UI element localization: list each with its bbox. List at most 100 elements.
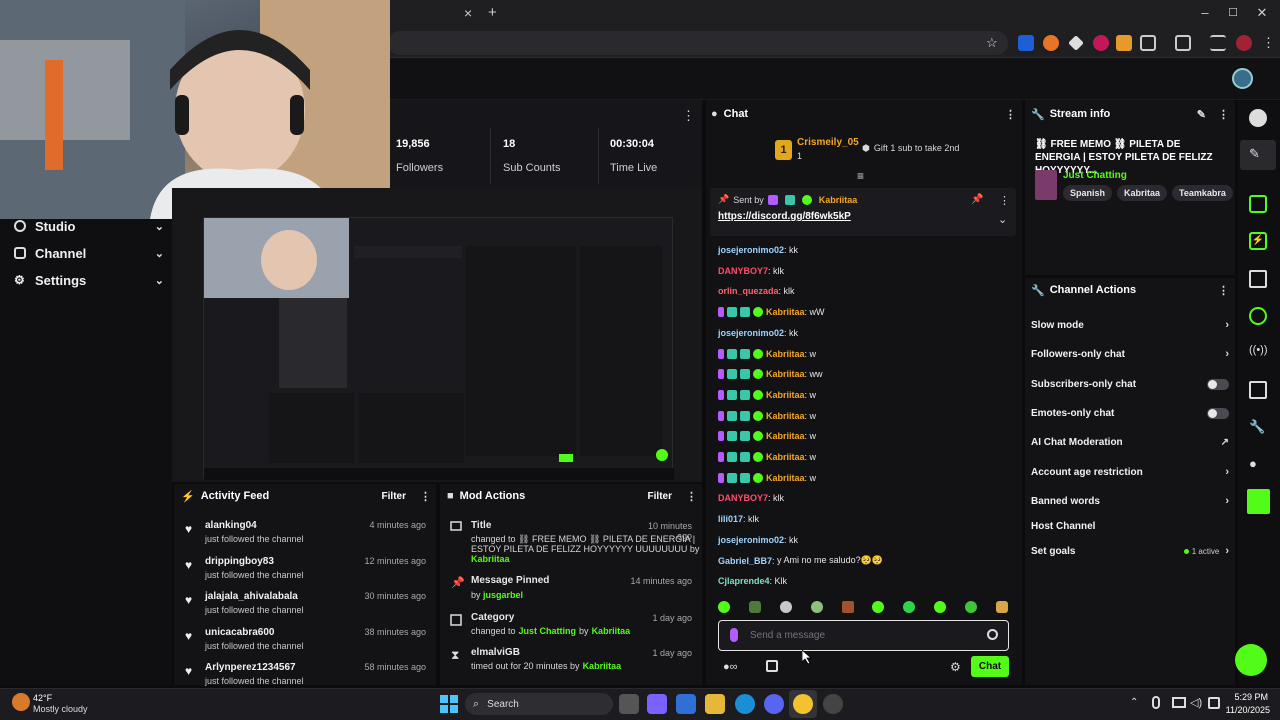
battery-icon[interactable] [1208, 697, 1220, 709]
chat-username[interactable]: Kabriitaa [766, 349, 805, 359]
emote-icon[interactable] [903, 601, 916, 613]
activity-feed-item[interactable]: ♥ alanking04 just followed the channel 4 mi… [185, 520, 435, 550]
tray-chevron-icon[interactable]: ⌃ [1130, 697, 1138, 708]
bookmark-star-icon[interactable]: ☆ [986, 35, 998, 51]
more-options-icon[interactable]: ⋮ [1218, 108, 1229, 121]
emote-icon[interactable] [965, 601, 977, 613]
nav-item-settings[interactable]: ⚙ Settings ⌄ [14, 270, 164, 290]
app-icon[interactable] [676, 694, 696, 714]
chat-message[interactable]: DANYBOY7: klk [718, 264, 784, 278]
emote-icon[interactable] [934, 601, 947, 613]
maximize-button[interactable]: ☐ [1224, 5, 1242, 21]
channel-action-subscribers-only-chat[interactable]: Subscribers-only chat [1031, 376, 1229, 392]
nav-item-studio[interactable]: Studio ⌄ [14, 216, 164, 236]
chat-message[interactable]: Kabriitaa: w [718, 347, 816, 361]
clip-icon[interactable] [1249, 195, 1267, 213]
emote-icon[interactable] [872, 601, 885, 613]
chat-message[interactable]: Kabriitaa: ww [718, 367, 823, 381]
filter-button[interactable]: Filter [648, 491, 672, 502]
close-window-button[interactable]: ✕ [1253, 5, 1271, 21]
windows-start-icon[interactable] [440, 695, 458, 713]
chat-username[interactable]: lili017 [718, 514, 743, 524]
wrench-icon[interactable]: 🔧 [1249, 419, 1267, 437]
profile-avatar[interactable] [1236, 35, 1252, 51]
edge-icon[interactable] [735, 694, 755, 714]
discord-icon[interactable] [764, 694, 784, 714]
chat-message[interactable]: Kabriitaa: w [718, 388, 816, 402]
emote-icon[interactable] [779, 601, 792, 613]
toggle-switch[interactable] [1207, 407, 1229, 419]
infinity-icon[interactable]: ●∞ [723, 661, 738, 673]
emote-icon[interactable] [810, 601, 823, 613]
channel-action-emotes-only-chat[interactable]: Emotes-only chat [1031, 405, 1229, 421]
chat-username[interactable]: DANYBOY7 [718, 266, 768, 276]
chat-username[interactable]: Kabriitaa [766, 411, 805, 421]
chat-message[interactable]: Kabriitaa: wW [718, 305, 825, 319]
chat-settings-gear-icon[interactable]: ⚙ [950, 660, 961, 674]
weather-temp[interactable]: 42°F [33, 693, 52, 703]
chat-message[interactable]: josejeronimo02: kk [718, 326, 798, 340]
channel-action-slow-mode[interactable]: Slow mode › [1031, 317, 1229, 333]
broadcast-icon[interactable]: ((•)) [1249, 344, 1268, 362]
store-icon[interactable] [766, 660, 778, 672]
microphone-icon[interactable] [1152, 696, 1160, 709]
file-explorer-icon[interactable] [705, 694, 725, 714]
channel-action-set-goals[interactable]: Set goals 1 active › [1031, 543, 1229, 559]
chat-icon[interactable] [1249, 307, 1267, 325]
mod-action-user[interactable]: Kabriitaa [592, 626, 631, 636]
chat-username[interactable]: josejeronimo02 [718, 328, 784, 338]
tag[interactable]: Spanish [1063, 185, 1113, 201]
channel-action-host-channel[interactable]: Host Channel [1031, 518, 1229, 534]
tag[interactable]: Teamkabra [1172, 185, 1233, 201]
more-options-icon[interactable]: ⋮ [686, 490, 697, 503]
pinned-user[interactable]: Kabriitaa [819, 195, 858, 205]
more-options-icon[interactable]: ⋮ [1005, 108, 1016, 121]
chat-message[interactable]: lili017: klk [718, 512, 759, 526]
extensions-puzzle-icon[interactable] [1140, 35, 1156, 51]
gift-sub-prompt[interactable]: ⬢ Gift 1 sub to take 2nd [862, 143, 959, 154]
emote-icon[interactable] [995, 601, 1008, 613]
chat-username[interactable]: orlin_quezada [718, 286, 779, 296]
chat-message[interactable]: josejeronimo02: kk [718, 533, 798, 547]
help-support-icon[interactable] [1235, 644, 1267, 676]
chat-username[interactable]: Kabriitaa [766, 473, 805, 483]
cast-icon[interactable] [1175, 35, 1191, 51]
unpin-icon[interactable]: 📌 [971, 194, 983, 205]
chat-message[interactable]: Cjlaprende4: Klk [718, 574, 787, 588]
chat-username[interactable]: josejeronimo02 [718, 535, 784, 545]
extension-icon[interactable] [1116, 35, 1132, 51]
chat-message[interactable]: Gabriel_BB7: y Ami no me saludo?🥺🥺 [718, 554, 883, 568]
task-view-icon[interactable] [619, 694, 639, 714]
channel-action-banned-words[interactable]: Banned words › [1031, 493, 1229, 509]
layout-icon[interactable] [1249, 381, 1267, 399]
extension-icon[interactable] [1093, 35, 1109, 51]
category-link[interactable]: Just Chatting [519, 626, 577, 636]
info-icon[interactable] [1249, 109, 1267, 127]
extension-icon[interactable] [1043, 35, 1059, 51]
chat-message[interactable]: Kabriitaa: w [718, 471, 816, 485]
address-bar[interactable] [388, 31, 1008, 55]
chat-message[interactable]: orlin_quezada: klk [718, 284, 795, 298]
chat-input[interactable] [750, 627, 970, 643]
emote-icon[interactable] [718, 601, 730, 613]
send-chat-button[interactable]: Chat [971, 656, 1009, 677]
chat-username[interactable]: Kabriitaa [766, 452, 805, 462]
chat-message[interactable]: Kabriitaa: w [718, 409, 816, 423]
obs-icon[interactable] [823, 694, 843, 714]
notes-icon[interactable] [1249, 270, 1267, 288]
volume-icon[interactable]: ◁) [1190, 696, 1202, 709]
menu-icon[interactable] [1210, 35, 1226, 51]
chat-username[interactable]: Kabriitaa [766, 431, 805, 441]
activity-feed-item[interactable]: ♥ drippingboy83 just followed the channel 1… [185, 556, 435, 586]
app-shortcut-icon[interactable] [1247, 489, 1270, 514]
emoji-icon[interactable] [987, 629, 998, 640]
chat-message[interactable]: josejeronimo02: kk [718, 243, 798, 257]
weather-desc[interactable]: Mostly cloudy [33, 704, 88, 714]
chrome-icon[interactable] [793, 694, 813, 714]
chevron-down-icon[interactable]: ⌄ [998, 213, 1007, 226]
new-tab-button[interactable]: + [488, 4, 497, 21]
network-icon[interactable] [1172, 697, 1186, 708]
filter-button[interactable]: Filter [382, 491, 406, 502]
edit-pencil-icon[interactable]: ✎ [1197, 108, 1206, 121]
clock-time[interactable]: 5:29 PM [1226, 692, 1268, 702]
